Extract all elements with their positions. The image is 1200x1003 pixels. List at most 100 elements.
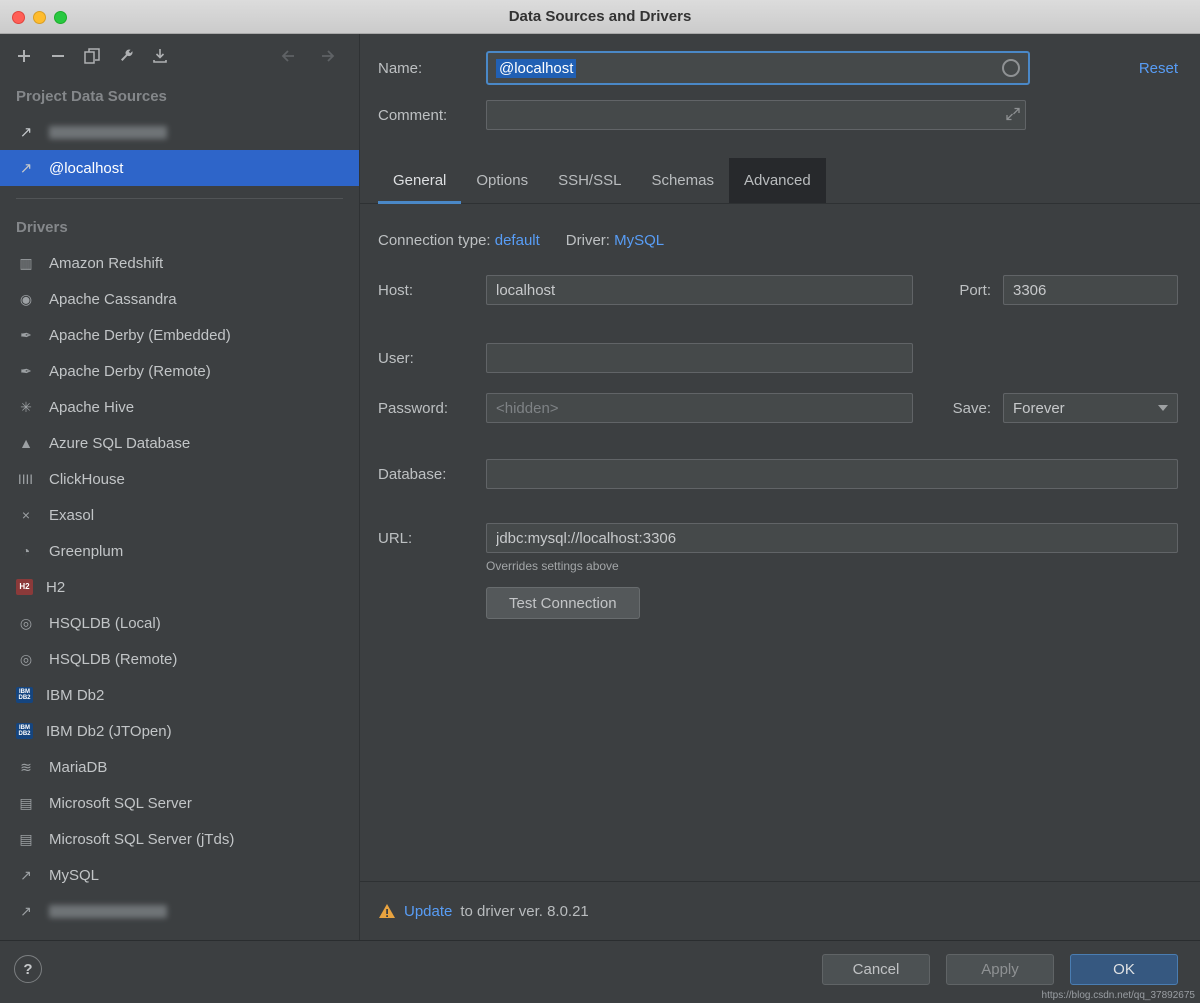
driver-item-label: Apache Derby (Remote) bbox=[49, 363, 211, 380]
data-source-icon: ↗ bbox=[16, 903, 36, 920]
url-hint: Overrides settings above bbox=[486, 559, 1178, 573]
driver-item-hsqldb-local[interactable]: ◎HSQLDB (Local) bbox=[0, 605, 359, 641]
driver-item-apache-derby-remote[interactable]: ✒ Apache Derby (Remote) bbox=[0, 353, 359, 389]
driver-item-azure-sql-database[interactable]: ▲Azure SQL Database bbox=[0, 425, 359, 461]
apply-button[interactable]: Apply bbox=[946, 954, 1054, 985]
connection-type-value[interactable]: default bbox=[495, 232, 540, 249]
driver-item-redacted[interactable]: ↗ bbox=[0, 893, 359, 929]
driver-item-mariadb[interactable]: ≋MariaDB bbox=[0, 749, 359, 785]
driver-item-exasol[interactable]: ×Exasol bbox=[0, 497, 359, 533]
driver-update-bar: Update to driver ver. 8.0.21 bbox=[360, 881, 1200, 940]
help-button[interactable]: ? bbox=[14, 955, 42, 983]
save-dropdown[interactable]: Forever bbox=[1003, 393, 1178, 423]
port-input[interactable] bbox=[1003, 275, 1178, 305]
add-icon[interactable] bbox=[16, 48, 32, 64]
user-input[interactable] bbox=[486, 343, 913, 373]
driver-value-link[interactable]: MySQL bbox=[614, 232, 664, 249]
driver-item-label: IBM Db2 (JTOpen) bbox=[46, 723, 172, 740]
save-dropdown-value: Forever bbox=[1013, 400, 1065, 417]
driver-item-microsoft-sql-server[interactable]: ▤Microsoft SQL Server bbox=[0, 785, 359, 821]
driver-item-apache-cassandra[interactable]: ◉Apache Cassandra bbox=[0, 281, 359, 317]
expand-icon[interactable] bbox=[1006, 107, 1020, 121]
cassandra-icon: ◉ bbox=[16, 291, 36, 308]
port-label: Port: bbox=[959, 282, 991, 299]
warning-icon bbox=[378, 903, 396, 919]
driver-item-microsoft-sql-server-jtds[interactable]: ▤Microsoft SQL Server (jTds) bbox=[0, 821, 359, 857]
driver-item-label: ClickHouse bbox=[49, 471, 125, 488]
chevron-down-icon bbox=[1158, 405, 1168, 411]
redacted-label bbox=[49, 905, 167, 918]
driver-item-h2[interactable]: H2 H2 bbox=[0, 569, 359, 605]
azure-icon: ▲ bbox=[16, 435, 36, 451]
tab-ssh-ssl[interactable]: SSH/SSL bbox=[543, 158, 636, 203]
sidebar: Project Data Sources ↗↗@localhost Driver… bbox=[0, 34, 360, 940]
redacted-label bbox=[49, 126, 167, 139]
update-driver-link[interactable]: Update bbox=[404, 903, 452, 920]
driver-item-label: Greenplum bbox=[49, 543, 123, 560]
driver-item-hsqldb-remote[interactable]: ◎HSQLDB (Remote) bbox=[0, 641, 359, 677]
driver-item-ibm-db2[interactable]: IBMDB2 IBM Db2 bbox=[0, 677, 359, 713]
name-value-selected-text: @localhost bbox=[496, 59, 576, 78]
import-icon[interactable] bbox=[152, 48, 168, 64]
url-input[interactable] bbox=[486, 523, 1178, 553]
db2-icon: IBMDB2 bbox=[16, 687, 33, 703]
driver-item-label: Apache Hive bbox=[49, 399, 134, 416]
data-source-item-localhost[interactable]: ↗@localhost bbox=[0, 150, 359, 186]
driver-item-clickhouse[interactable]: ||||ClickHouse bbox=[0, 461, 359, 497]
remove-icon[interactable] bbox=[50, 48, 66, 64]
host-label: Host: bbox=[378, 282, 486, 299]
back-icon[interactable] bbox=[279, 48, 295, 64]
duplicate-icon[interactable] bbox=[84, 48, 100, 64]
zoom-window-button[interactable] bbox=[54, 11, 67, 24]
driver-item-label: H2 bbox=[46, 579, 65, 596]
hsqldb-icon: ◎ bbox=[16, 651, 36, 668]
database-input[interactable] bbox=[486, 459, 1178, 489]
driver-item-apache-hive[interactable]: ✳Apache Hive bbox=[0, 389, 359, 425]
ok-button[interactable]: OK bbox=[1070, 954, 1178, 985]
mysql-icon: ↗ bbox=[16, 867, 36, 884]
main-panel: Name: @localhost Reset Comment: GeneralO… bbox=[360, 34, 1200, 940]
reset-link[interactable]: Reset bbox=[1139, 60, 1178, 77]
driver-item-ibm-db2-jtopen[interactable]: IBMDB2IBM Db2 (JTOpen) bbox=[0, 713, 359, 749]
window-title: Data Sources and Drivers bbox=[509, 8, 692, 25]
h2-icon: H2 bbox=[16, 579, 33, 595]
minimize-window-button[interactable] bbox=[33, 11, 46, 24]
update-driver-text: to driver ver. 8.0.21 bbox=[460, 903, 588, 920]
drivers-list: ▥Amazon Redshift◉Apache Cassandra✒Apache… bbox=[0, 245, 359, 929]
driver-item-label: MySQL bbox=[49, 867, 99, 884]
close-window-button[interactable] bbox=[12, 11, 25, 24]
driver-item-apache-derby-embedded[interactable]: ✒Apache Derby (Embedded) bbox=[0, 317, 359, 353]
tab-advanced[interactable]: Advanced bbox=[729, 158, 826, 203]
host-input[interactable] bbox=[486, 275, 913, 305]
derby-icon: ✒ bbox=[16, 363, 36, 380]
tab-options[interactable]: Options bbox=[461, 158, 543, 203]
driver-item-mysql[interactable]: ↗ MySQL bbox=[0, 857, 359, 893]
tab-schemas[interactable]: Schemas bbox=[636, 158, 729, 203]
name-label: Name: bbox=[378, 60, 486, 77]
footer-bar: ? Cancel Apply OK bbox=[0, 940, 1200, 1003]
watermark: https://blog.csdn.net/qq_37892675 bbox=[1042, 990, 1195, 1001]
tab-bar: GeneralOptionsSSH/SSLSchemasAdvanced bbox=[360, 158, 1200, 204]
greenplum-icon: ◔ bbox=[16, 543, 36, 559]
url-label: URL: bbox=[378, 530, 486, 547]
name-input[interactable]: @localhost bbox=[486, 51, 1030, 85]
password-label: Password: bbox=[378, 400, 486, 417]
forward-icon[interactable] bbox=[321, 48, 337, 64]
password-input[interactable] bbox=[486, 393, 913, 423]
title-bar: Data Sources and Drivers bbox=[0, 0, 1200, 34]
driver-item-greenplum[interactable]: ◔ Greenplum bbox=[0, 533, 359, 569]
comment-input[interactable] bbox=[486, 100, 1026, 130]
tab-general[interactable]: General bbox=[378, 158, 461, 203]
driver-item-label: Microsoft SQL Server bbox=[49, 795, 192, 812]
driver-item-label: Microsoft SQL Server (jTds) bbox=[49, 831, 234, 848]
drivers-header: Drivers bbox=[0, 209, 359, 245]
exasol-icon: × bbox=[16, 507, 36, 523]
wrench-icon[interactable] bbox=[118, 48, 134, 64]
database-label: Database: bbox=[378, 466, 486, 483]
data-source-item-redacted[interactable]: ↗ bbox=[0, 114, 359, 150]
driver-item-amazon-redshift[interactable]: ▥Amazon Redshift bbox=[0, 245, 359, 281]
test-connection-button[interactable]: Test Connection bbox=[486, 587, 640, 619]
driver-item-label: IBM Db2 bbox=[46, 687, 104, 704]
cancel-button[interactable]: Cancel bbox=[822, 954, 930, 985]
project-data-sources-list: ↗↗@localhost bbox=[0, 114, 359, 186]
